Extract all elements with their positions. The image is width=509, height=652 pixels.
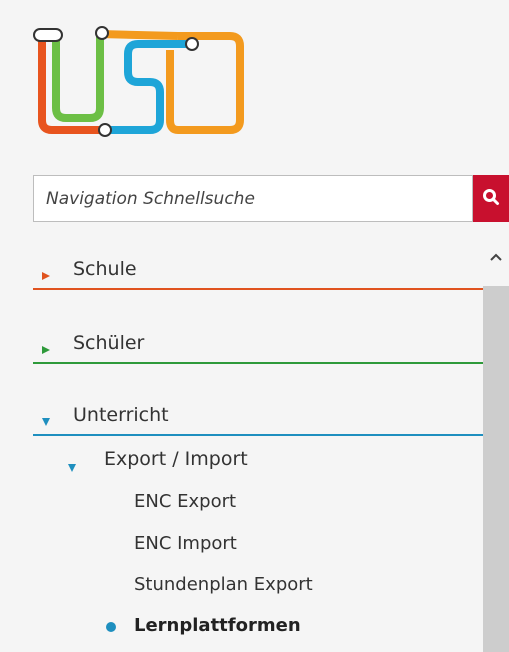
nav-section-label: Schüler	[73, 332, 145, 354]
section-divider	[33, 362, 483, 364]
nav-section-label: Schule	[73, 258, 137, 280]
navigation-tree: Schule Schüler Unterricht Export / Impor…	[33, 238, 483, 652]
expanded-arrow-icon	[41, 412, 51, 426]
nav-section-label: Unterricht	[73, 404, 169, 426]
quick-search	[33, 175, 509, 222]
scroll-up-button[interactable]	[483, 238, 509, 274]
nav-item-label: Lernplattformen	[134, 615, 301, 636]
nav-item-label: ENC Import	[134, 533, 237, 554]
search-button[interactable]	[473, 175, 509, 222]
nav-item-label: Stundenplan Export	[134, 574, 313, 595]
collapsed-arrow-icon	[41, 266, 51, 280]
navigation-search-input[interactable]	[33, 175, 473, 222]
nav-item-enc-export[interactable]: ENC Export	[134, 491, 236, 512]
nav-item-label: ENC Export	[134, 491, 237, 512]
chevron-up-icon	[489, 247, 503, 266]
navigation-panel: Schule Schüler Unterricht Export / Impor…	[0, 0, 509, 652]
section-divider	[33, 288, 483, 290]
nav-scrollbar[interactable]	[483, 238, 509, 652]
nav-group-label: Export / Import	[104, 448, 248, 470]
section-divider	[33, 434, 483, 436]
collapsed-arrow-icon	[41, 340, 51, 354]
nav-item-stundenplan-export[interactable]: Stundenplan Export	[134, 574, 313, 595]
active-item-bullet-icon	[106, 622, 116, 632]
nav-section-schueler[interactable]: Schüler	[33, 326, 483, 366]
nav-section-unterricht[interactable]: Unterricht	[33, 398, 483, 438]
expanded-arrow-icon	[67, 456, 77, 478]
search-icon	[482, 188, 500, 209]
scroll-thumb[interactable]	[483, 286, 509, 652]
nav-section-schule[interactable]: Schule	[33, 252, 483, 292]
nav-item-lernplattformen[interactable]: Lernplattformen	[134, 615, 301, 636]
nav-item-enc-import[interactable]: ENC Import	[134, 533, 237, 554]
usd-logo-icon[interactable]	[30, 20, 250, 145]
